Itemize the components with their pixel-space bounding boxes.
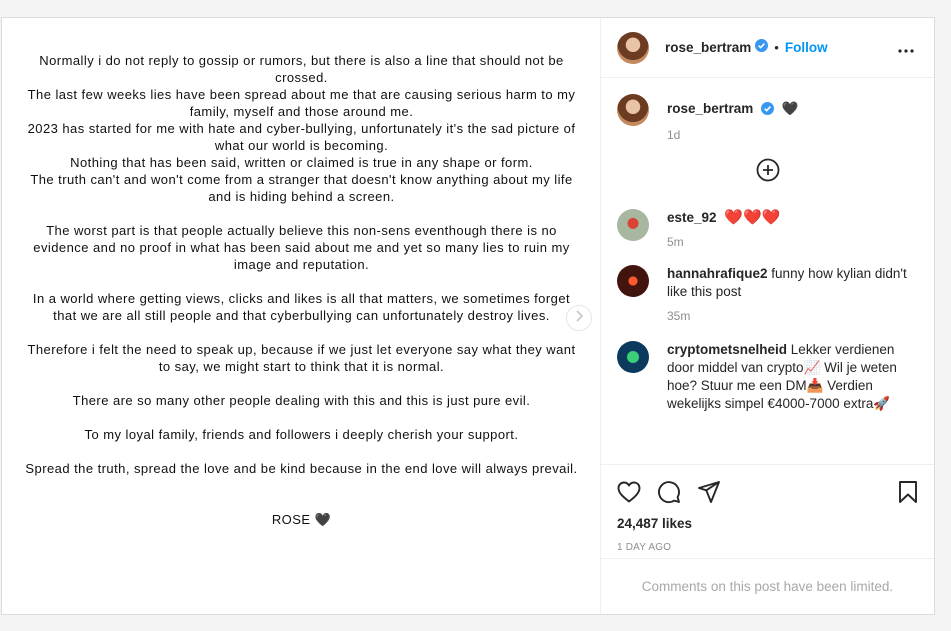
avatar[interactable] [617,341,649,373]
author-username[interactable]: rose_bertram [665,40,751,55]
statement-signature: ROSE 🖤 [271,512,332,527]
comment-row: este_92 ❤️❤️❤️ 5m [617,209,918,251]
share-icon[interactable] [697,480,721,504]
chevron-right-icon [574,309,584,327]
statement-paragraph: To my loyal family, friends and follower… [84,427,519,442]
comment-text: ❤️❤️❤️ [724,209,781,226]
next-image-button[interactable] [566,305,592,331]
post-media: Normally i do not reply to gossip or rum… [2,18,601,614]
verified-badge-icon [761,102,775,120]
likes-count[interactable]: 24,487 likes [617,516,918,531]
more-options-icon[interactable] [898,40,914,58]
comment-time: 5m [667,235,684,249]
avatar[interactable] [617,209,649,241]
comment-time: 35m [667,309,691,323]
post-timestamp: 1 DAY AGO [617,542,672,553]
follow-button[interactable]: Follow [785,40,828,55]
heart-icon[interactable] [617,481,641,503]
comment-username[interactable]: hannahrafique2 [667,266,768,281]
post-actions: 24,487 likes 1 DAY AGO [601,464,934,558]
statement-paragraph: Therefore i felt the need to speak up, b… [27,342,576,374]
add-circle-icon[interactable] [756,158,780,187]
verified-badge-icon [755,38,769,57]
statement-text: Normally i do not reply to gossip or rum… [2,52,601,545]
avatar[interactable] [617,94,649,126]
statement-paragraph: Spread the truth, spread the love and be… [25,461,578,476]
comments-limited-notice: Comments on this post have been limited. [601,558,934,614]
comment-username[interactable]: cryptometsnelheid [667,342,787,357]
statement-paragraph: The worst part is that people actually b… [33,223,570,272]
comments-list[interactable]: rose_bertram 🖤 1d este_92 ❤️❤️❤️ 5m hann… [601,78,934,464]
comment-row: hannahrafique2 funny how kylian didn't l… [617,265,918,325]
avatar[interactable] [617,31,649,64]
comment-username[interactable]: este_92 [667,210,717,225]
caption-time: 1d [667,128,681,142]
statement-paragraph: In a world where getting views, clicks a… [32,291,571,323]
caption-row: rose_bertram 🖤 1d [617,94,918,144]
caption-username[interactable]: rose_bertram [667,101,753,116]
comment-icon[interactable] [657,480,681,504]
post-sidebar: rose_bertram • Follow rose_bertram 🖤 1d … [601,18,934,614]
comment-row: cryptometsnelheid Lekker verdienen door … [617,341,918,413]
separator-dot: • [774,40,779,55]
caption-text: 🖤 [781,101,799,116]
post-header: rose_bertram • Follow [601,18,934,78]
post-modal: Normally i do not reply to gossip or rum… [1,17,935,615]
avatar[interactable] [617,265,649,297]
statement-paragraph: There are so many other people dealing w… [72,393,531,408]
bookmark-icon[interactable] [898,481,918,503]
statement-paragraph: Normally i do not reply to gossip or rum… [27,53,576,204]
